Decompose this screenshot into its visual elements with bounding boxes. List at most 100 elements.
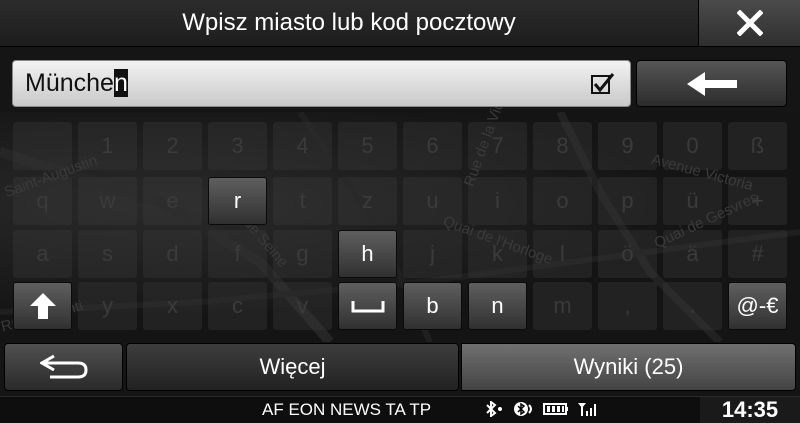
arrow-up-icon [29,293,56,319]
space-icon [351,301,384,313]
key-8[interactable]: 8 [533,122,592,170]
key-k[interactable]: k [468,230,527,278]
key-7[interactable]: 7 [468,122,527,170]
key-label: v [297,293,308,318]
key-label: 5 [361,133,374,158]
key-label: 3 [231,133,244,158]
close-button[interactable] [698,0,800,46]
key-9[interactable]: 9 [598,122,657,170]
key-label: ü [686,188,699,213]
key-.[interactable]: . [663,282,722,330]
key-l[interactable]: l [533,230,592,278]
more-button[interactable]: Więcej [126,343,459,391]
key-label: 4 [296,133,309,158]
key-label: 7 [491,133,504,158]
key-label: . [689,293,696,318]
results-button[interactable]: Wyniki (25) [461,343,796,391]
key-m[interactable]: m [533,282,592,330]
key-label: l [560,241,565,266]
back-button[interactable] [4,343,123,391]
key-o[interactable]: o [533,177,592,225]
key-label: s [102,241,113,266]
close-icon [737,10,763,36]
key-ü[interactable]: ü [663,177,722,225]
key-p[interactable]: p [598,177,657,225]
status-bar: AF EON NEWS TA TP 14:35 [0,396,800,423]
key-2[interactable]: 2 [143,122,202,170]
key-t[interactable]: t [273,177,332,225]
key-label: o [556,188,569,213]
search-input[interactable]: München [12,60,631,107]
key-g[interactable]: g [273,230,332,278]
key-q[interactable]: q [13,177,72,225]
key-u[interactable]: u [403,177,462,225]
bluetooth-audio-icon [514,402,532,416]
key-h[interactable]: h [338,230,397,278]
key-e[interactable]: e [143,177,202,225]
bluetooth-icon [486,401,502,417]
page-title: Wpisz miasto lub kod pocztowy [182,9,516,36]
key-label: # [751,241,764,266]
key-n[interactable]: n [468,282,527,330]
key-label: z [362,188,373,213]
key-i[interactable]: i [468,177,527,225]
key-@-€[interactable]: @-€ [728,282,787,330]
key-label: c [232,293,243,318]
input-value: Münche [25,69,114,97]
key-c[interactable]: c [208,282,267,330]
key-label: r [233,188,242,213]
key-+[interactable]: + [728,177,787,225]
key-,[interactable]: , [598,282,657,330]
space-key[interactable] [338,282,397,330]
key-label: e [166,188,179,213]
key-3[interactable]: 3 [208,122,267,170]
key-a[interactable]: a [13,230,72,278]
key-4[interactable]: 4 [273,122,332,170]
key-label: g [296,241,309,266]
key-label: j [430,241,435,266]
key-j[interactable]: j [403,230,462,278]
key-ä[interactable]: ä [663,230,722,278]
blank-key[interactable] [13,122,72,170]
key-b[interactable]: b [403,282,462,330]
key-label: x [167,293,178,318]
key-#[interactable]: # [728,230,787,278]
key-0[interactable]: 0 [663,122,722,170]
key-z[interactable]: z [338,177,397,225]
key-label: i [495,188,500,213]
key-label: h [361,241,374,266]
key-1[interactable]: 1 [78,122,137,170]
key-label: b [426,293,439,318]
key-label: ä [686,241,699,266]
clock: 14:35 [700,397,800,423]
key-label: m [553,293,572,318]
header-bar: Wpisz miasto lub kod pocztowy [0,0,800,47]
key-r[interactable]: r [208,177,267,225]
checkbox-checked-icon[interactable] [591,73,615,95]
backspace-button[interactable] [636,60,787,107]
key-f[interactable]: f [208,230,267,278]
key-label: , [624,293,631,318]
key-d[interactable]: d [143,230,202,278]
shift-key[interactable] [13,282,72,330]
key-label: 1 [101,133,114,158]
key-v[interactable]: v [273,282,332,330]
key-6[interactable]: 6 [403,122,462,170]
key-ß[interactable]: ß [728,122,787,170]
key-s[interactable]: s [78,230,137,278]
text-cursor: n [113,69,128,97]
key-label: 2 [166,133,179,158]
key-ö[interactable]: ö [598,230,657,278]
arrow-left-icon [686,71,737,96]
key-label: u [426,188,439,213]
battery-icon [543,403,568,415]
key-5[interactable]: 5 [338,122,397,170]
key-w[interactable]: w [78,177,137,225]
key-x[interactable]: x [143,282,202,330]
key-label: d [166,241,179,266]
key-y[interactable]: y [78,282,137,330]
key-label: 8 [556,133,569,158]
key-label: 0 [686,133,699,158]
radio-status-text: AF EON NEWS TA TP [262,400,432,419]
return-arrow-icon [39,354,88,379]
